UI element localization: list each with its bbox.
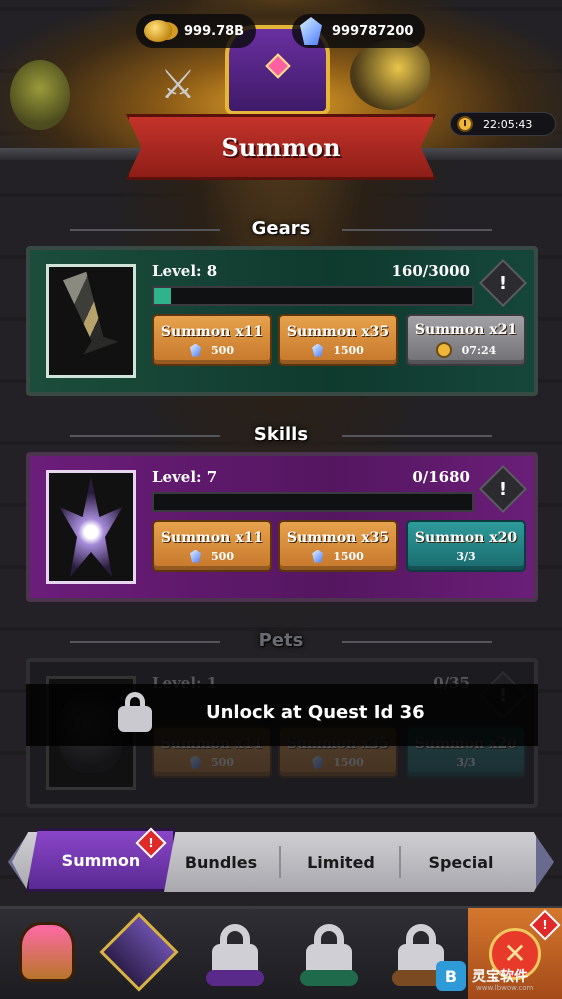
crystal-icon — [190, 343, 202, 357]
button-cost: 07:24 — [461, 343, 497, 357]
skills-info-button[interactable]: ! — [478, 464, 528, 514]
button-cost: 500 — [211, 549, 234, 563]
crystal-icon — [312, 755, 324, 769]
skills-card: Level: 7 0/1680 ! Summon x11 500 Summon … — [26, 452, 538, 602]
alert-text: ! — [542, 918, 548, 932]
skills-progress-bar — [152, 492, 474, 512]
button-label: Summon x20 — [414, 529, 518, 546]
header: ⚔ 999.78B 999787200 22:05:43 Summon — [0, 0, 562, 190]
gears-summon-x11-button[interactable]: Summon x11 500 — [152, 314, 272, 366]
button-cost: 500 — [211, 343, 234, 357]
watermark-logo: B — [436, 961, 466, 991]
nav-heroes-button[interactable] — [8, 912, 86, 992]
exclamation-icon: ! — [498, 478, 508, 500]
title-banner: Summon — [126, 114, 436, 180]
bird-art — [350, 40, 430, 110]
gears-progress-bar — [152, 286, 474, 306]
gears-card: Level: 8 160/3000 ! Summon x11 500 Summo… — [26, 246, 538, 396]
nav-emblem-button[interactable] — [99, 912, 179, 992]
button-cost: 1500 — [333, 755, 364, 769]
watermark-text: 灵宝软件 — [472, 969, 528, 985]
skills-summon-x11-button[interactable]: Summon x11 500 — [152, 520, 272, 572]
gears-info-button[interactable]: ! — [478, 258, 528, 308]
gears-summon-x21-button[interactable]: Summon x21 07:24 — [406, 314, 526, 366]
gold-coin-icon — [144, 20, 172, 42]
padlock-icon — [118, 692, 152, 734]
gears-progress-fill — [154, 288, 171, 304]
button-cost: 1500 — [333, 549, 364, 563]
gears-progress-text: 160/3000 — [391, 262, 470, 280]
tab-special[interactable]: Special — [402, 838, 520, 886]
button-label: Summon x11 — [160, 529, 264, 546]
crystal-icon — [312, 549, 324, 563]
button-cost: 500 — [211, 755, 234, 769]
crystal-icon — [312, 343, 324, 357]
gears-portrait[interactable] — [46, 264, 136, 378]
button-label: Summon x11 — [160, 323, 264, 340]
crystal-counter[interactable]: 999787200 — [292, 14, 426, 48]
button-label: Summon x21 — [414, 322, 518, 338]
sword-icon — [46, 265, 136, 376]
skills-summon-x20-button[interactable]: Summon x20 3/3 — [406, 520, 526, 572]
pets-section-title: Pets — [0, 630, 562, 651]
crystal-icon — [300, 17, 322, 45]
timer-text: 22:05:43 — [483, 117, 533, 131]
button-label: Summon x35 — [286, 323, 390, 340]
clock-icon — [457, 116, 473, 132]
button-label: Summon x35 — [286, 529, 390, 546]
gold-counter[interactable]: 999.78B — [136, 14, 257, 48]
crystal-icon — [190, 549, 202, 563]
gold-amount: 999.78B — [184, 23, 245, 39]
pets-lock-overlay[interactable]: Unlock at Quest Id 36 — [26, 684, 538, 746]
spike-burst-icon — [59, 477, 123, 577]
frog-art — [10, 60, 70, 130]
crystal-icon — [190, 755, 202, 769]
watermark-url: www.lbwow.com — [476, 984, 534, 992]
crystal-amount: 999787200 — [332, 23, 414, 39]
exclamation-icon: ! — [498, 272, 508, 294]
nav-locked-button-2[interactable] — [290, 912, 368, 992]
tab-limited[interactable]: Limited — [282, 838, 400, 886]
emblem-icon — [99, 912, 179, 992]
skills-section-title: Skills — [0, 424, 562, 445]
skills-level: Level: 7 — [152, 468, 218, 486]
page-title: Summon — [221, 132, 341, 162]
tab-divider — [279, 846, 281, 878]
skills-portrait[interactable] — [46, 470, 136, 584]
clock-icon — [435, 342, 452, 358]
nav-locked-button-1[interactable] — [196, 912, 274, 992]
button-cost: 3/3 — [456, 549, 476, 563]
button-cost: 1500 — [333, 343, 364, 357]
helmet-icon — [19, 922, 75, 982]
gears-summon-x35-button[interactable]: Summon x35 1500 — [278, 314, 398, 366]
tab-divider — [399, 846, 401, 878]
refresh-timer: 22:05:43 — [450, 112, 556, 136]
unlock-requirement: Unlock at Quest Id 36 — [206, 702, 425, 723]
skills-progress-text: 0/1680 — [412, 468, 470, 486]
gears-level: Level: 8 — [152, 262, 218, 280]
tab-bundles[interactable]: Bundles — [162, 838, 280, 886]
gears-section-title: Gears — [0, 218, 562, 239]
skills-summon-x35-button[interactable]: Summon x35 1500 — [278, 520, 398, 572]
button-cost: 3/3 — [456, 755, 476, 769]
alert-text: ! — [148, 836, 154, 850]
watermark: B 灵宝软件 www.lbwow.com — [436, 956, 558, 996]
crossed-weapons-icon: ⚔ — [160, 62, 196, 108]
